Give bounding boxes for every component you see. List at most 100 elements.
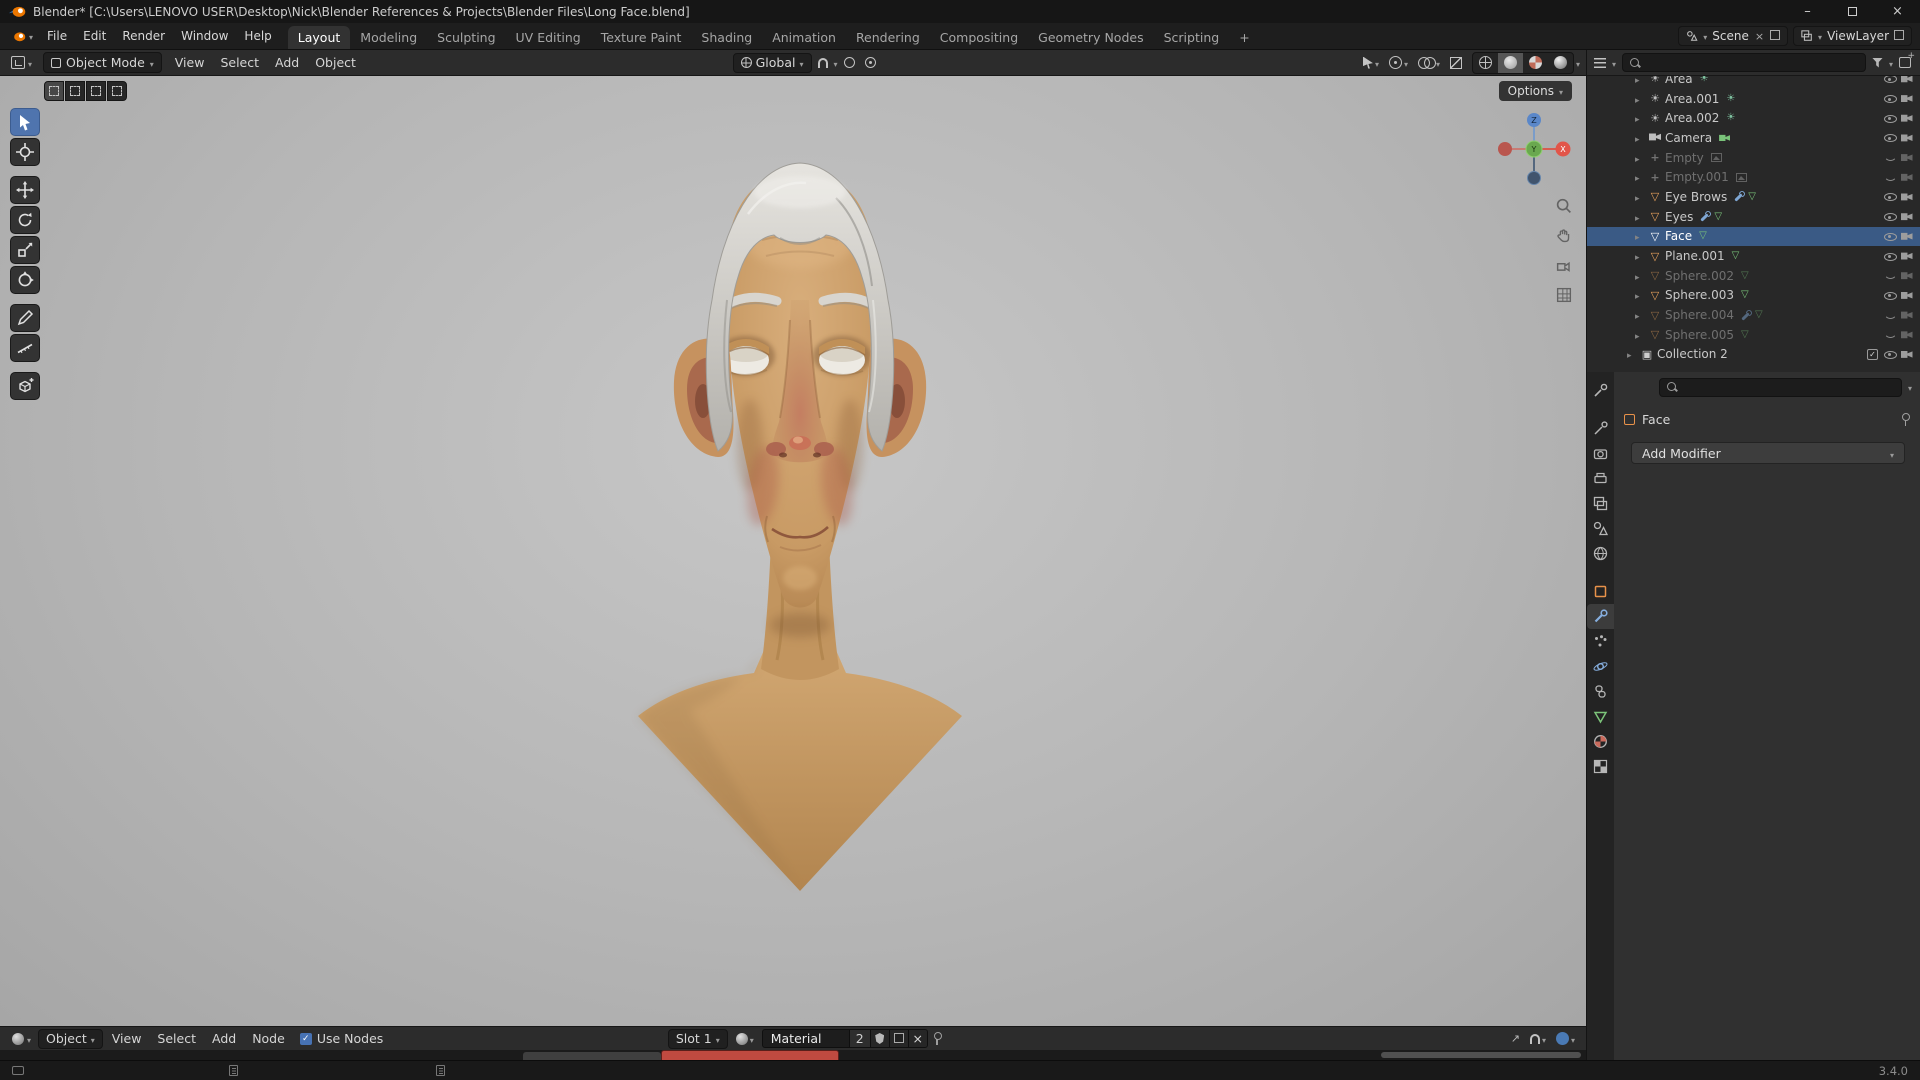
object-name[interactable]: Camera [1665,131,1712,145]
disclosure-triangle-icon[interactable] [1635,131,1647,145]
outliner-row[interactable]: Eyes [1587,207,1920,227]
outliner-row[interactable]: Area.001 [1587,89,1920,109]
workspace-tab-compositing[interactable]: Compositing [930,26,1028,49]
object-name[interactable]: Empty [1665,151,1704,165]
outliner-row[interactable]: Sphere.005 [1587,325,1920,345]
solid-shading-button[interactable] [1498,53,1523,73]
maximize-button[interactable] [1830,0,1875,23]
show-gizmo-toggle[interactable] [1385,53,1412,72]
hide-viewport-toggle[interactable] [1881,152,1898,163]
disclosure-triangle-icon[interactable] [1635,76,1647,86]
disable-render-toggle[interactable] [1898,173,1915,182]
disclosure-triangle-icon[interactable] [1635,229,1647,243]
outliner-row[interactable]: Empty [1587,148,1920,168]
tab-object-data[interactable] [1587,704,1614,729]
xray-toggle[interactable] [1446,55,1466,71]
wireframe-shading-button[interactable] [1473,53,1498,73]
object-name[interactable]: Face [1665,229,1692,243]
disclosure-triangle-icon[interactable] [1635,111,1647,125]
tool-move-button[interactable] [10,176,40,204]
outliner-search-input[interactable] [1622,53,1866,72]
menu-select[interactable]: Select [213,52,266,73]
shader-editor-type-button[interactable] [7,1029,36,1048]
menu-view[interactable]: View [105,1028,149,1049]
pan-button[interactable] [1551,223,1577,249]
hide-viewport-toggle[interactable] [1881,290,1898,301]
blender-menu-button[interactable] [4,26,39,46]
tab-output[interactable] [1587,466,1614,491]
hide-viewport-toggle[interactable] [1881,191,1898,202]
outliner[interactable]: Area Area.001 Area.002 Camera Empty Empt… [1587,76,1920,372]
properties-options-arrow-icon[interactable] [1908,380,1912,394]
tab-material[interactable] [1587,729,1614,754]
pin-icon[interactable] [1900,413,1910,426]
workspace-tab-scripting[interactable]: Scripting [1154,26,1230,49]
disclosure-triangle-icon[interactable] [1635,269,1647,283]
tab-physics[interactable] [1587,654,1614,679]
gizmo-neg-z-axis[interactable] [1528,172,1541,185]
zoom-button[interactable] [1551,193,1577,219]
disclosure-triangle-icon[interactable] [1635,190,1647,204]
tool-add-cube-button[interactable] [10,372,40,400]
menu-help[interactable]: Help [236,25,279,47]
workspace-tab-animation[interactable]: Animation [762,26,846,49]
proportional-falloff-button[interactable] [861,55,880,70]
mode-selector[interactable]: Object Mode [43,52,162,73]
object-name[interactable]: Area [1665,76,1693,86]
snap-node-button[interactable]: ↗ [1507,1030,1524,1047]
fake-user-toggle[interactable] [870,1030,889,1047]
menu-add[interactable]: Add [205,1028,243,1049]
dropdown-arrow-icon[interactable] [1612,56,1616,70]
collection-name[interactable]: Collection 2 [1657,347,1728,361]
new-view-layer-icon[interactable] [1896,32,1904,40]
object-name[interactable]: Sphere.005 [1665,328,1734,342]
tab-modifiers-active[interactable] [1587,604,1614,629]
tool-transform-button[interactable] [10,266,40,294]
view-layer-selector[interactable]: ViewLayer [1793,26,1912,46]
tool-cursor-button[interactable] [10,138,40,166]
show-overlays-toggle[interactable] [1414,53,1444,72]
user-count-button[interactable]: 2 [849,1030,870,1047]
node-header-red-fragment[interactable] [661,1050,839,1060]
workspace-tab-layout[interactable]: Layout [288,26,351,49]
object-name[interactable]: Plane.001 [1665,249,1725,263]
hide-viewport-toggle[interactable] [1881,76,1898,84]
menu-edit[interactable]: Edit [75,25,114,47]
hide-viewport-toggle[interactable] [1881,172,1898,183]
outliner-row[interactable]: Area [1587,76,1920,89]
disclosure-triangle-icon[interactable] [1635,170,1647,184]
browse-material-button[interactable] [732,1029,758,1048]
shading-options-arrow-icon[interactable] [1576,55,1580,70]
hide-viewport-toggle[interactable] [1881,329,1898,340]
workspace-tab-uv-editing[interactable]: UV Editing [506,26,591,49]
minimize-button[interactable]: – [1785,0,1830,23]
hide-viewport-toggle[interactable] [1881,349,1898,360]
outliner-row[interactable]: Plane.001 [1587,246,1920,266]
collection-checkbox[interactable] [1867,349,1878,360]
tool-select-box-button[interactable] [10,108,40,136]
tool-rotate-button[interactable] [10,206,40,234]
shader-id-type-selector[interactable]: Object [38,1029,103,1049]
node-snapping-toggle[interactable] [1526,1029,1550,1048]
hide-viewport-toggle[interactable] [1881,211,1898,222]
tool-scale-button[interactable] [10,236,40,264]
close-button[interactable]: × [1875,0,1920,23]
workspace-tab-sculpting[interactable]: Sculpting [427,26,505,49]
disable-render-toggle[interactable] [1898,94,1915,103]
snapping-options-arrow-icon[interactable] [834,55,838,70]
menu-object[interactable]: Object [308,52,363,73]
select-extend-button[interactable] [65,81,85,101]
outliner-row-selected[interactable]: Face [1587,227,1920,247]
material-preview-button[interactable] [1523,53,1548,73]
menu-select[interactable]: Select [150,1028,203,1049]
slot-selector[interactable]: Slot 1 [668,1029,728,1049]
workspace-tab-rendering[interactable]: Rendering [846,26,930,49]
orthographic-toggle-button[interactable] [1551,282,1577,308]
object-name[interactable]: Area.002 [1665,111,1719,125]
tab-constraints[interactable] [1587,679,1614,704]
select-subtract-button[interactable] [86,81,106,101]
3d-viewport[interactable]: Options [0,76,1586,1026]
select-intersect-button[interactable] [107,81,127,101]
editor-type-button[interactable] [6,53,37,72]
outliner-row[interactable]: Empty.001 [1587,167,1920,187]
